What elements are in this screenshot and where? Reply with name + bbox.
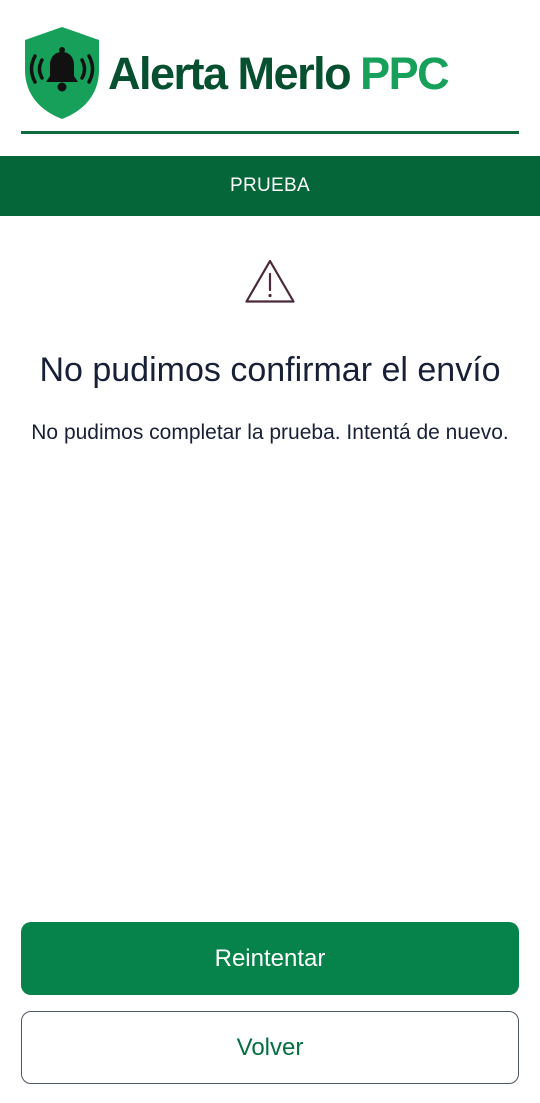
app-logo: Alerta Merlo PPC	[24, 26, 450, 120]
warning-icon	[245, 259, 295, 303]
status-message: No pudimos completar la prueba. Intentá …	[31, 421, 509, 444]
section-title-bar: PRUEBA	[0, 156, 540, 216]
section-title: PRUEBA	[230, 175, 310, 196]
retry-button[interactable]: Reintentar	[21, 922, 519, 995]
header-divider	[21, 131, 519, 134]
status-title: No pudimos confirmar el envío	[39, 351, 501, 389]
app-header: Alerta Merlo PPC	[0, 0, 540, 134]
back-button[interactable]: Volver	[21, 1011, 519, 1084]
bell-shield-icon	[25, 27, 99, 119]
brand-name: Alerta Merlo	[108, 47, 352, 99]
brand-suffix: PPC	[360, 47, 450, 99]
brand-wordmark: Alerta Merlo PPC	[108, 47, 450, 99]
